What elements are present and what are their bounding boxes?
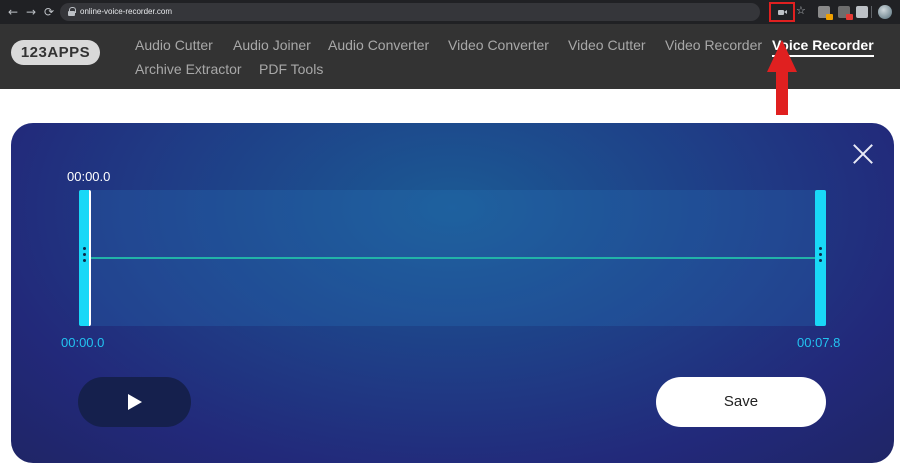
camera-icon-lens xyxy=(784,10,787,14)
current-time-label: 00:00.0 xyxy=(67,169,111,184)
nav-link-archive-extractor[interactable]: Archive Extractor xyxy=(135,61,242,78)
nav-link-video-cutter[interactable]: Video Cutter xyxy=(568,37,646,54)
nav-link-audio-converter[interactable]: Audio Converter xyxy=(328,37,429,54)
grip-icon xyxy=(83,247,86,267)
camera-extension-icon[interactable] xyxy=(769,2,795,22)
recorder-panel: 00:00.0 00:00.0 00:07.8 Save xyxy=(11,123,894,463)
profile-avatar[interactable] xyxy=(878,5,892,19)
toolbar-divider xyxy=(871,6,872,18)
nav-link-video-recorder[interactable]: Video Recorder xyxy=(665,37,762,54)
extension-icon-1[interactable] xyxy=(818,6,833,20)
play-button[interactable] xyxy=(78,377,191,427)
waveform-line xyxy=(91,257,816,259)
lock-icon[interactable] xyxy=(68,7,76,16)
grip-icon xyxy=(819,247,822,267)
extension-badge-icon xyxy=(846,14,853,20)
close-icon[interactable] xyxy=(852,143,874,165)
nav-link-video-converter[interactable]: Video Converter xyxy=(448,37,549,54)
end-time-label: 00:07.8 xyxy=(797,335,841,350)
trim-handle-left[interactable] xyxy=(79,190,91,326)
extension-icon-2[interactable] xyxy=(838,6,853,20)
address-bar[interactable]: online-voice-recorder.com xyxy=(60,3,760,21)
browser-toolbar: ← → ⟳ online-voice-recorder.com ☆ xyxy=(0,0,900,24)
save-button[interactable]: Save xyxy=(656,377,826,427)
nav-link-audio-joiner[interactable]: Audio Joiner xyxy=(233,37,311,54)
extension-icon-3[interactable] xyxy=(856,6,868,18)
bookmark-star-icon[interactable]: ☆ xyxy=(796,4,806,17)
site-logo[interactable]: 123APPS xyxy=(11,40,100,65)
start-time-label: 00:00.0 xyxy=(61,335,105,350)
trim-handle-right[interactable] xyxy=(815,190,826,326)
nav-link-pdf-tools[interactable]: PDF Tools xyxy=(259,61,323,78)
play-icon xyxy=(128,394,142,410)
nav-link-audio-cutter[interactable]: Audio Cutter xyxy=(135,37,213,54)
forward-icon[interactable]: → xyxy=(24,5,38,19)
extension-badge-icon xyxy=(826,14,833,20)
url-text[interactable]: online-voice-recorder.com xyxy=(80,6,172,18)
annotation-arrow-icon xyxy=(767,40,797,115)
back-icon[interactable]: ← xyxy=(6,5,20,19)
reload-icon[interactable]: ⟳ xyxy=(42,5,56,19)
site-header: 123APPS Audio Cutter Audio Joiner Audio … xyxy=(0,24,900,89)
